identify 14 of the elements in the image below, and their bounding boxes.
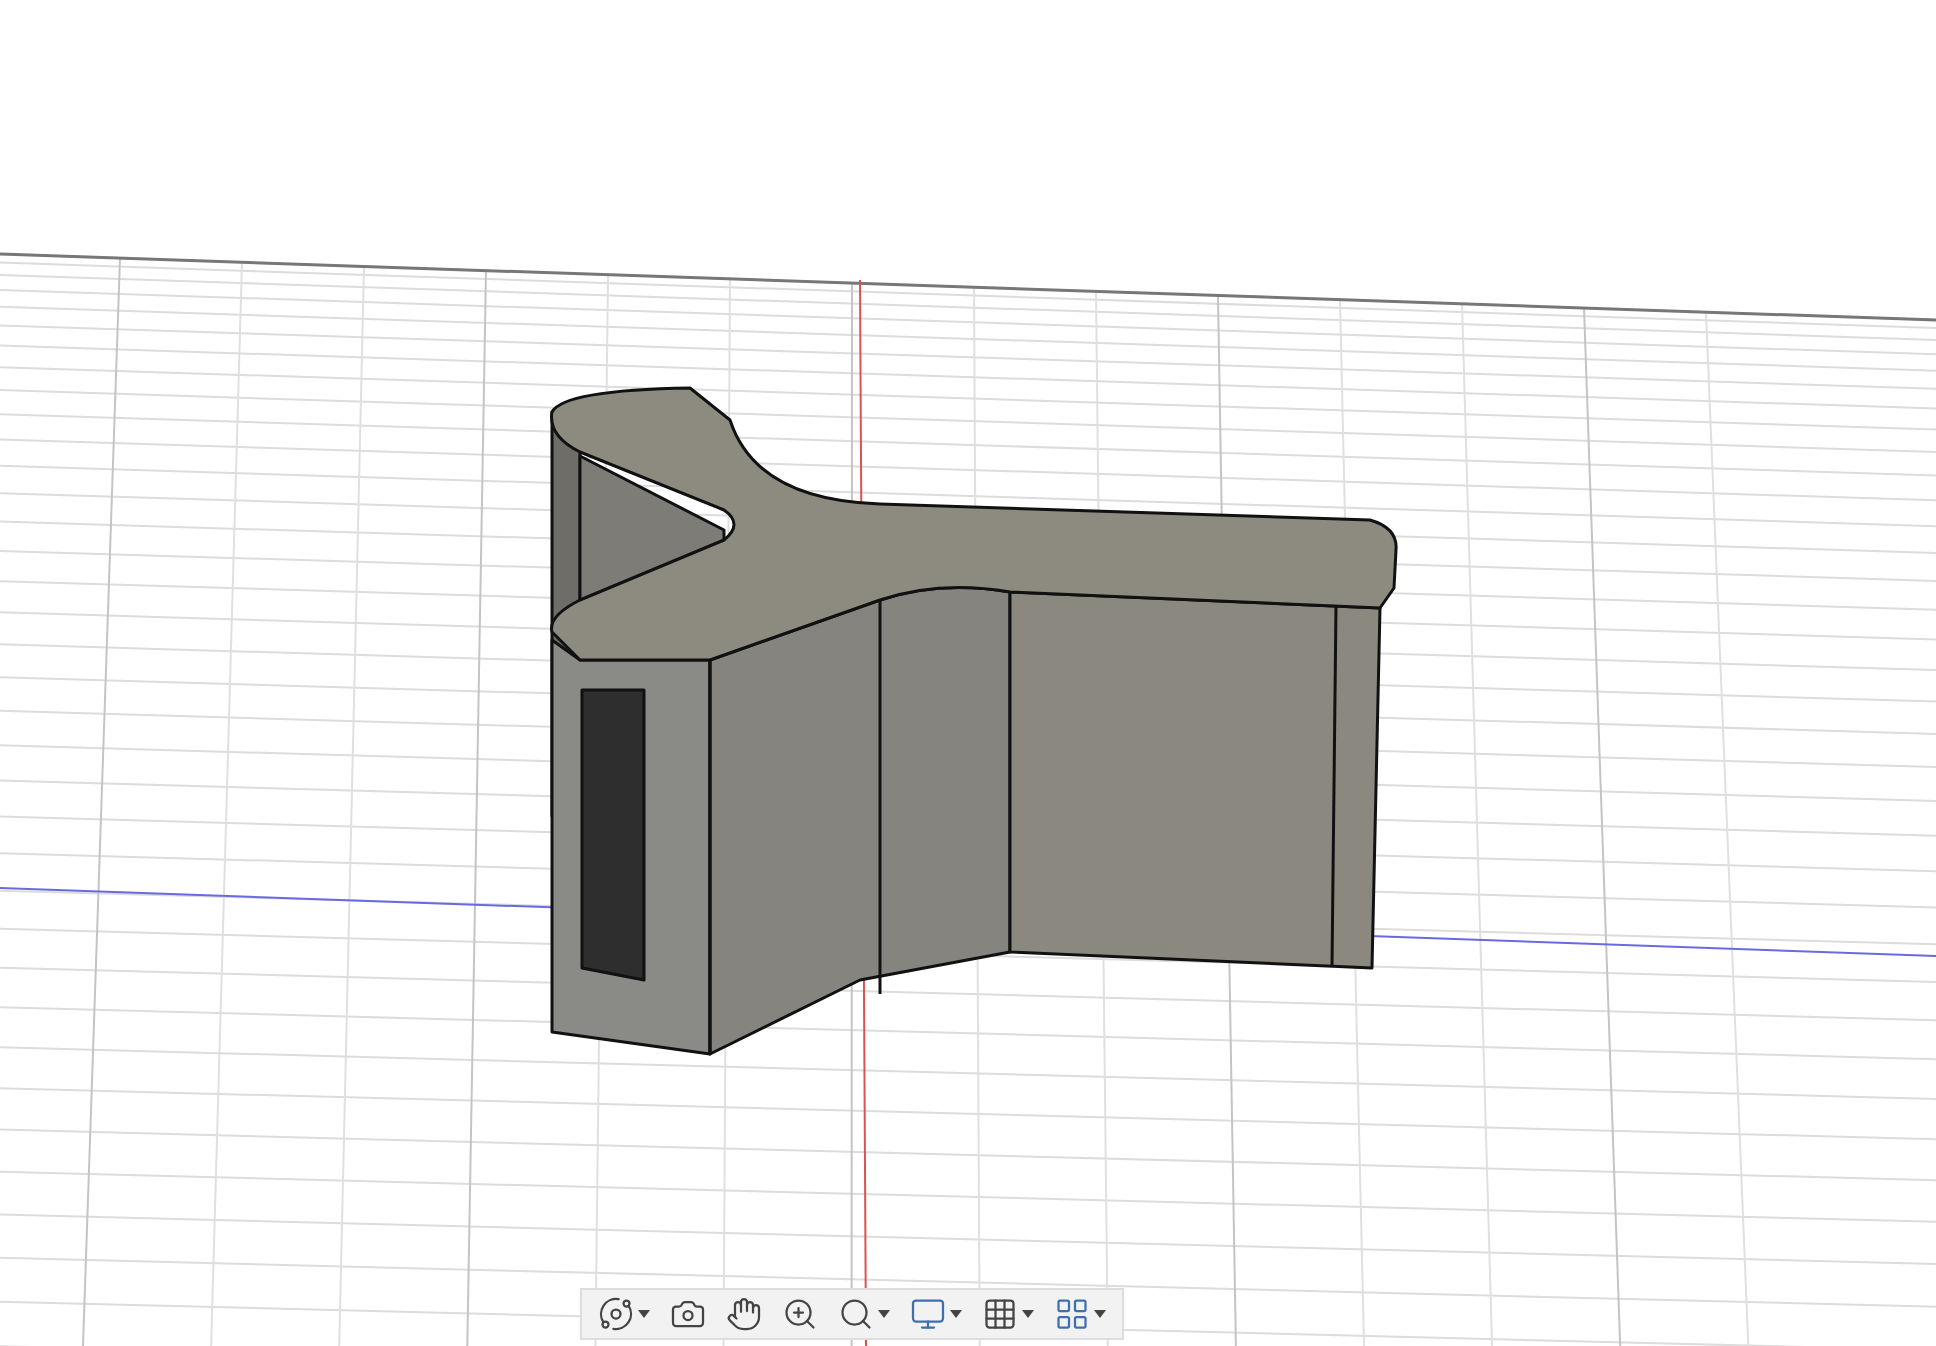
toolbar-button[interactable] [722, 1292, 766, 1336]
toolbar-button[interactable] [594, 1292, 654, 1336]
monitor-icon [910, 1296, 946, 1332]
caret-icon [878, 1310, 890, 1318]
zoom-icon [782, 1296, 818, 1332]
viewports-icon [1054, 1296, 1090, 1332]
magnifier-icon [838, 1296, 874, 1332]
caret-icon [638, 1310, 650, 1318]
orbit-icon [598, 1296, 634, 1332]
caret-icon [1094, 1310, 1106, 1318]
grid-icon [982, 1296, 1018, 1332]
hand-icon [726, 1296, 762, 1332]
caret-icon [1022, 1310, 1034, 1318]
caret-icon [950, 1310, 962, 1318]
